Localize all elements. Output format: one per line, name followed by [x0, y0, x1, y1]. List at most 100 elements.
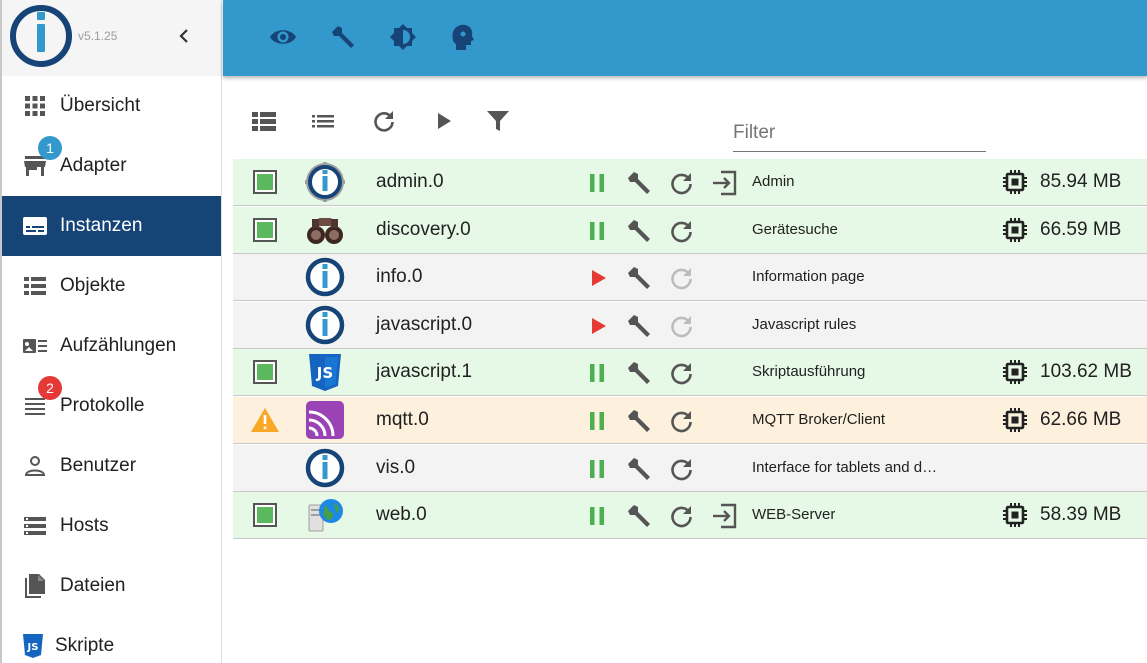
- sidebar-item-label: Dateien: [60, 575, 126, 596]
- instance-name: info.0: [376, 266, 423, 288]
- instance-description: Information page: [752, 268, 865, 286]
- list-icon: [22, 274, 48, 298]
- hosts-icon: [22, 514, 48, 538]
- restart-icon[interactable]: [667, 168, 697, 198]
- sidebar-item-instanzen[interactable]: Instanzen: [2, 196, 221, 256]
- instance-description: MQTT Broker/Client: [752, 411, 886, 428]
- memory-chip-icon: [1002, 169, 1028, 195]
- pause-icon[interactable]: [582, 406, 612, 436]
- restart-icon[interactable]: [667, 454, 697, 484]
- play-icon[interactable]: [583, 263, 613, 293]
- refresh-icon[interactable]: [371, 108, 397, 134]
- top-toolbar: [223, 0, 1147, 76]
- wrench-icon[interactable]: [624, 168, 654, 198]
- instance-description: Skriptausführung: [752, 363, 866, 381]
- filter-icon[interactable]: [485, 108, 511, 134]
- restart-icon[interactable]: [667, 216, 697, 246]
- globe-server-icon: [305, 495, 345, 535]
- svg-text:JS: JS: [316, 364, 333, 382]
- open-link-icon[interactable]: [709, 168, 739, 198]
- sidebar-item-label: Skripte: [55, 635, 115, 656]
- app-window: v5.1.25 Übersicht Adapter Instanzen Obje…: [0, 0, 1147, 663]
- play-icon[interactable]: [583, 311, 613, 341]
- instances-icon: [22, 214, 48, 238]
- restart-icon[interactable]: [667, 501, 697, 531]
- instance-row[interactable]: admin.0 Admin 85.94 MB: [233, 159, 1147, 206]
- wrench-icon[interactable]: [624, 216, 654, 246]
- instance-name: javascript.0: [376, 313, 473, 335]
- enum-icon: [22, 334, 48, 358]
- wrench-icon[interactable]: [624, 454, 654, 484]
- log-count-badge: 2: [38, 376, 62, 400]
- svg-text:JS: JS: [27, 642, 39, 653]
- instance-name: web.0: [376, 504, 427, 526]
- sidebar: v5.1.25 Übersicht Adapter Instanzen Obje…: [0, 0, 222, 663]
- pause-icon[interactable]: [582, 168, 612, 198]
- instance-row[interactable]: javascript.0 Javascript rules: [233, 301, 1147, 349]
- instance-description: Interface for tablets and d…: [752, 458, 938, 476]
- instance-description: WEB-Server: [752, 506, 836, 524]
- binoculars-icon: [305, 210, 345, 250]
- iobroker-icon: [305, 448, 345, 488]
- sidebar-item-adapter[interactable]: Adapter: [2, 136, 221, 196]
- filter-input[interactable]: [733, 118, 986, 148]
- open-link-icon[interactable]: [709, 501, 739, 531]
- iobroker-logo[interactable]: [9, 4, 73, 68]
- instance-status-checkbox[interactable]: [253, 170, 277, 194]
- sidebar-header: v5.1.25: [2, 0, 221, 76]
- sidebar-item-skripte[interactable]: JS Skripte: [2, 616, 221, 663]
- wrench-icon[interactable]: [624, 263, 654, 293]
- view-list-icon[interactable]: [310, 108, 336, 134]
- instance-status-checkbox[interactable]: [253, 360, 277, 385]
- filter-field: [733, 118, 986, 152]
- instance-row[interactable]: info.0 Information page: [233, 254, 1147, 302]
- brightness-icon[interactable]: [388, 22, 418, 52]
- eye-icon[interactable]: [268, 22, 298, 52]
- sidebar-item-label: Protokolle: [60, 395, 145, 416]
- restart-icon[interactable]: [667, 358, 697, 388]
- restart-icon[interactable]: [667, 406, 697, 436]
- sidebar-item-dateien[interactable]: Dateien: [2, 556, 221, 616]
- sidebar-item-label: Instanzen: [60, 215, 143, 236]
- instance-memory: 103.62 MB: [1040, 361, 1132, 383]
- instance-row[interactable]: discovery.0 Gerätesuche 66.59 MB: [233, 206, 1147, 254]
- chevron-left-icon[interactable]: [172, 24, 196, 48]
- instance-status-checkbox[interactable]: [253, 503, 277, 528]
- iobroker-icon: [305, 305, 345, 345]
- view-table-icon[interactable]: [251, 108, 277, 134]
- instance-description: Gerätesuche: [752, 220, 838, 238]
- pause-icon[interactable]: [582, 216, 612, 246]
- pause-icon[interactable]: [582, 358, 612, 388]
- instance-row[interactable]: mqtt.0 MQTT Broker/Client 62.66 MB: [233, 397, 1147, 444]
- sidebar-item-uebersicht[interactable]: Übersicht: [2, 76, 221, 136]
- sidebar-item-hosts[interactable]: Hosts: [2, 496, 221, 556]
- instance-row[interactable]: JS javascript.1 Skriptausführung 103.62 MB: [233, 349, 1147, 397]
- wrench-icon[interactable]: [328, 22, 358, 52]
- warning-icon: [250, 407, 280, 433]
- sidebar-item-benutzer[interactable]: Benutzer: [2, 436, 221, 496]
- sidebar-item-objekte[interactable]: Objekte: [2, 256, 221, 316]
- sidebar-item-label: Hosts: [60, 515, 109, 536]
- instance-status-checkbox[interactable]: [253, 217, 277, 242]
- instance-row[interactable]: vis.0 Interface for tablets and d…: [233, 444, 1147, 492]
- instance-description: Javascript rules: [752, 315, 857, 333]
- instance-memory: 85.94 MB: [1040, 171, 1122, 192]
- sidebar-item-label: Übersicht: [60, 95, 141, 116]
- grid-icon: [22, 94, 48, 118]
- play-icon[interactable]: [431, 108, 457, 134]
- instance-name: vis.0: [376, 456, 416, 478]
- pause-icon[interactable]: [582, 501, 612, 531]
- mqtt-icon: [305, 400, 345, 440]
- wrench-icon[interactable]: [624, 406, 654, 436]
- instance-row[interactable]: web.0 WEB-Server 58.39 MB: [233, 492, 1147, 540]
- pause-icon[interactable]: [582, 454, 612, 484]
- wrench-icon[interactable]: [624, 311, 654, 341]
- sidebar-item-protokolle[interactable]: Protokolle: [2, 376, 221, 436]
- wrench-icon[interactable]: [624, 358, 654, 388]
- instance-memory: 62.66 MB: [1040, 409, 1122, 430]
- version-label: v5.1.25: [78, 29, 118, 43]
- sidebar-item-aufzaehlungen[interactable]: Aufzählungen: [2, 316, 221, 376]
- wrench-icon[interactable]: [624, 501, 654, 531]
- expert-mode-icon[interactable]: [448, 22, 478, 52]
- iobroker-gear-icon: [305, 162, 345, 202]
